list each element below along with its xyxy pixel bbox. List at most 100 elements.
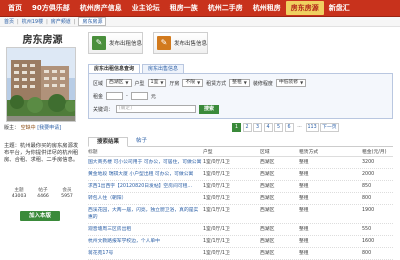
tab-rent-search[interactable]: 房东出租信息查询 xyxy=(88,64,141,73)
pagination-page[interactable]: 2 xyxy=(242,123,252,132)
listing-rent-type: 整租 xyxy=(299,184,309,189)
tab-sell-search[interactable]: 房东出售信息 xyxy=(142,64,185,73)
table-row: 杭州文教路报军学校边，个人单中 1室/1厅/1卫 西湖区 整租 1600 xyxy=(88,236,393,248)
breadcrumb-current[interactable]: 房东房源 xyxy=(78,17,107,26)
table-header: 标题 户型 区域 租赁方式 租金(元/月) xyxy=(88,149,393,157)
listing-title-link[interactable]: 求西1出西字【20120820日发帖】空房间可租... xyxy=(88,183,203,190)
nav-item[interactable]: 租房一族 xyxy=(165,3,203,13)
forum-intro: 主题：杭州最你买的房东房源发布平台，为你提供详尽的杭州租房、合租、求租、二手房信… xyxy=(4,143,82,164)
rent-type-select[interactable]: 整租 ▼ xyxy=(229,79,250,87)
price-unit: 元 xyxy=(150,93,156,100)
nav-item[interactable]: 杭州房产信息 xyxy=(75,3,127,13)
breadcrumb-sep: | xyxy=(17,18,19,25)
chevron-down-icon: ▼ xyxy=(243,80,247,85)
listing-rent-type: 整租 xyxy=(299,239,309,244)
region-select[interactable]: 西湖区 ▼ xyxy=(106,79,132,87)
chevron-down-icon: ▼ xyxy=(197,80,201,85)
intro-label: 主题： xyxy=(4,143,20,149)
room-value: 1室 xyxy=(150,80,159,85)
listing-type: 1室/0厅/1卫 xyxy=(203,160,230,165)
tab-search-results[interactable]: 搜索结果 xyxy=(88,137,129,147)
pagination-page[interactable]: 4 xyxy=(263,123,273,132)
breadcrumb-site[interactable]: 杭州19楼 xyxy=(22,18,43,25)
header-rent-type: 租赁方式 xyxy=(299,150,319,155)
nav-item[interactable]: 新盘汇 xyxy=(324,3,355,13)
listing-price: 800 xyxy=(362,196,372,201)
listing-type: 1室/0厅/1卫 xyxy=(203,227,230,232)
breadcrumb-channel[interactable]: 房产频道 xyxy=(51,18,71,25)
listing-area: 西湖区 xyxy=(260,196,275,201)
join-forum-button[interactable]: 加入本版 xyxy=(20,211,60,221)
listing-type: 1室/0厅/1卫 xyxy=(203,184,230,189)
tab-posts[interactable]: 帖子 xyxy=(128,137,155,147)
listing-title-link[interactable]: 蒋花苑17号 xyxy=(88,250,203,257)
post-rent-button[interactable]: ✎ 发布出租信息 xyxy=(88,32,143,54)
listing-rent-type: 整租 xyxy=(299,172,309,177)
listing-title-link[interactable]: 观音塘周三区房出租 xyxy=(88,226,203,233)
listing-title-link[interactable]: 西溪花园，大两一居，闪亮，独立厨卫浴，真的是实惠的 xyxy=(88,207,203,221)
pagination-page[interactable]: 6 xyxy=(284,123,294,132)
room-select[interactable]: 1室 ▼ xyxy=(147,79,167,87)
listing-area: 西湖区 xyxy=(260,184,275,189)
price-min-input[interactable] xyxy=(106,92,124,100)
stat-posts-value: 4466 xyxy=(37,194,49,199)
apply-moderator-link[interactable]: [我要申请] xyxy=(37,125,61,131)
listing-area: 西湖区 xyxy=(260,208,275,213)
pagination-page[interactable]: 1 xyxy=(232,123,241,132)
breadcrumb-sep: | xyxy=(73,18,76,25)
moderator-label: 版主： xyxy=(4,125,20,131)
listing-price: 2000 xyxy=(362,172,375,177)
nav-item[interactable]: 房东房源 xyxy=(285,1,324,15)
breadcrumb-home[interactable]: 首页 xyxy=(4,18,14,25)
keyword-input[interactable]: [确定] xyxy=(116,105,197,113)
listing-area: 西湖区 xyxy=(260,172,275,177)
region-label: 区域 xyxy=(93,80,104,87)
main-nav: 首页 90方俱乐部 杭州房产信息 业主论坛 租房一族 杭州二手房 杭州租房 房东房源 新盘汇 xyxy=(0,0,400,17)
table-row: 观音塘周三区房出租 1室/0厅/1卫 西湖区 整租 550 xyxy=(88,224,393,236)
listing-price: 550 xyxy=(362,227,372,232)
nav-item[interactable]: 首页 xyxy=(3,3,27,13)
table-row: 蒋花苑17号 1室/0厅/1卫 西湖区 整租 800 xyxy=(88,248,393,260)
price-max-input[interactable] xyxy=(130,92,148,100)
listing-type: 1室/0厅/1卫 xyxy=(203,251,230,256)
rooms-value: 不限 xyxy=(185,80,196,85)
rooms-select[interactable]: 不限 ▼ xyxy=(182,79,204,87)
rent-type-value: 整租 xyxy=(232,80,242,85)
pagination-page[interactable]: 113 xyxy=(305,123,319,132)
listing-price: 1600 xyxy=(362,239,375,244)
header-price: 租金(元/月) xyxy=(362,150,387,155)
pagination-page[interactable]: 下一页 xyxy=(320,123,339,132)
listing-title-link[interactable]: 国大商务楼 可小公司用于 可办公，可居住，可做公寓 xyxy=(88,159,203,166)
listing-type: 1室/1厅/1卫 xyxy=(203,239,230,244)
listing-title-link[interactable]: 黄金地段 瑞祺大厦 小户型出租 可办公，可做公寓 xyxy=(88,171,203,178)
nav-item[interactable]: 90方俱乐部 xyxy=(27,3,75,13)
header-area: 区域 xyxy=(260,150,270,155)
listing-area: 西湖区 xyxy=(260,227,275,232)
nav-item[interactable]: 杭州租房 xyxy=(248,3,286,13)
pagination-ellipsis: ... xyxy=(297,124,302,129)
forum-cover-image xyxy=(6,47,76,122)
search-form: 区域 西湖区 ▼ 户型 1室 ▼ 厅房 不限 ▼ 租赁方式 整租 ▼ 装修程度 中低装修… xyxy=(88,73,393,119)
listing-title-link[interactable]: 杭州文教路报军学校边，个人单中 xyxy=(88,238,203,245)
nav-item[interactable]: 业主论坛 xyxy=(127,3,165,13)
chevron-down-icon: ▼ xyxy=(125,80,129,85)
nav-item[interactable]: 杭州二手房 xyxy=(203,3,248,13)
table-row: 西溪花园，大两一居，闪亮，独立厨卫浴，真的是实惠的 1室/1厅/1卫 西湖区 整租 19… xyxy=(88,205,393,224)
forum-moderator: 版主： 空缺中 [我要申请] xyxy=(4,125,82,132)
listing-type: 1室/0厅/1卫 xyxy=(203,172,230,177)
post-sell-button[interactable]: ✎ 发布出售信息 xyxy=(153,32,208,54)
pagination-page[interactable]: 3 xyxy=(253,123,262,132)
pagination-page[interactable]: 5 xyxy=(274,123,283,132)
search-button[interactable]: 搜索 xyxy=(199,104,220,114)
listing-type: 1室/1厅/1卫 xyxy=(203,208,230,213)
listing-rent-type: 整租 xyxy=(299,251,309,256)
decor-select[interactable]: 中低装修 ▼ xyxy=(275,79,307,87)
price-dash: - xyxy=(126,93,128,99)
main-content: ✎ 发布出租信息 ✎ 发布出售信息 房东出租信息查询 房东出售信息 区域 西湖区… xyxy=(84,28,397,260)
listing-title-link[interactable]: 转包人住（朝阳） xyxy=(88,195,203,202)
stat-topics-value: 43003 xyxy=(11,194,27,199)
breadcrumb: 首页 | 杭州19楼 | 房产频道 | 房东房源 xyxy=(0,17,400,27)
stat-members-value: 5957 xyxy=(61,194,73,199)
table-row: 国大商务楼 可小公司用于 可办公，可居住，可做公寓 1室/0厅/1卫 西湖区 整租 32… xyxy=(88,157,393,169)
post-actions: ✎ 发布出租信息 ✎ 发布出售信息 xyxy=(88,32,208,54)
